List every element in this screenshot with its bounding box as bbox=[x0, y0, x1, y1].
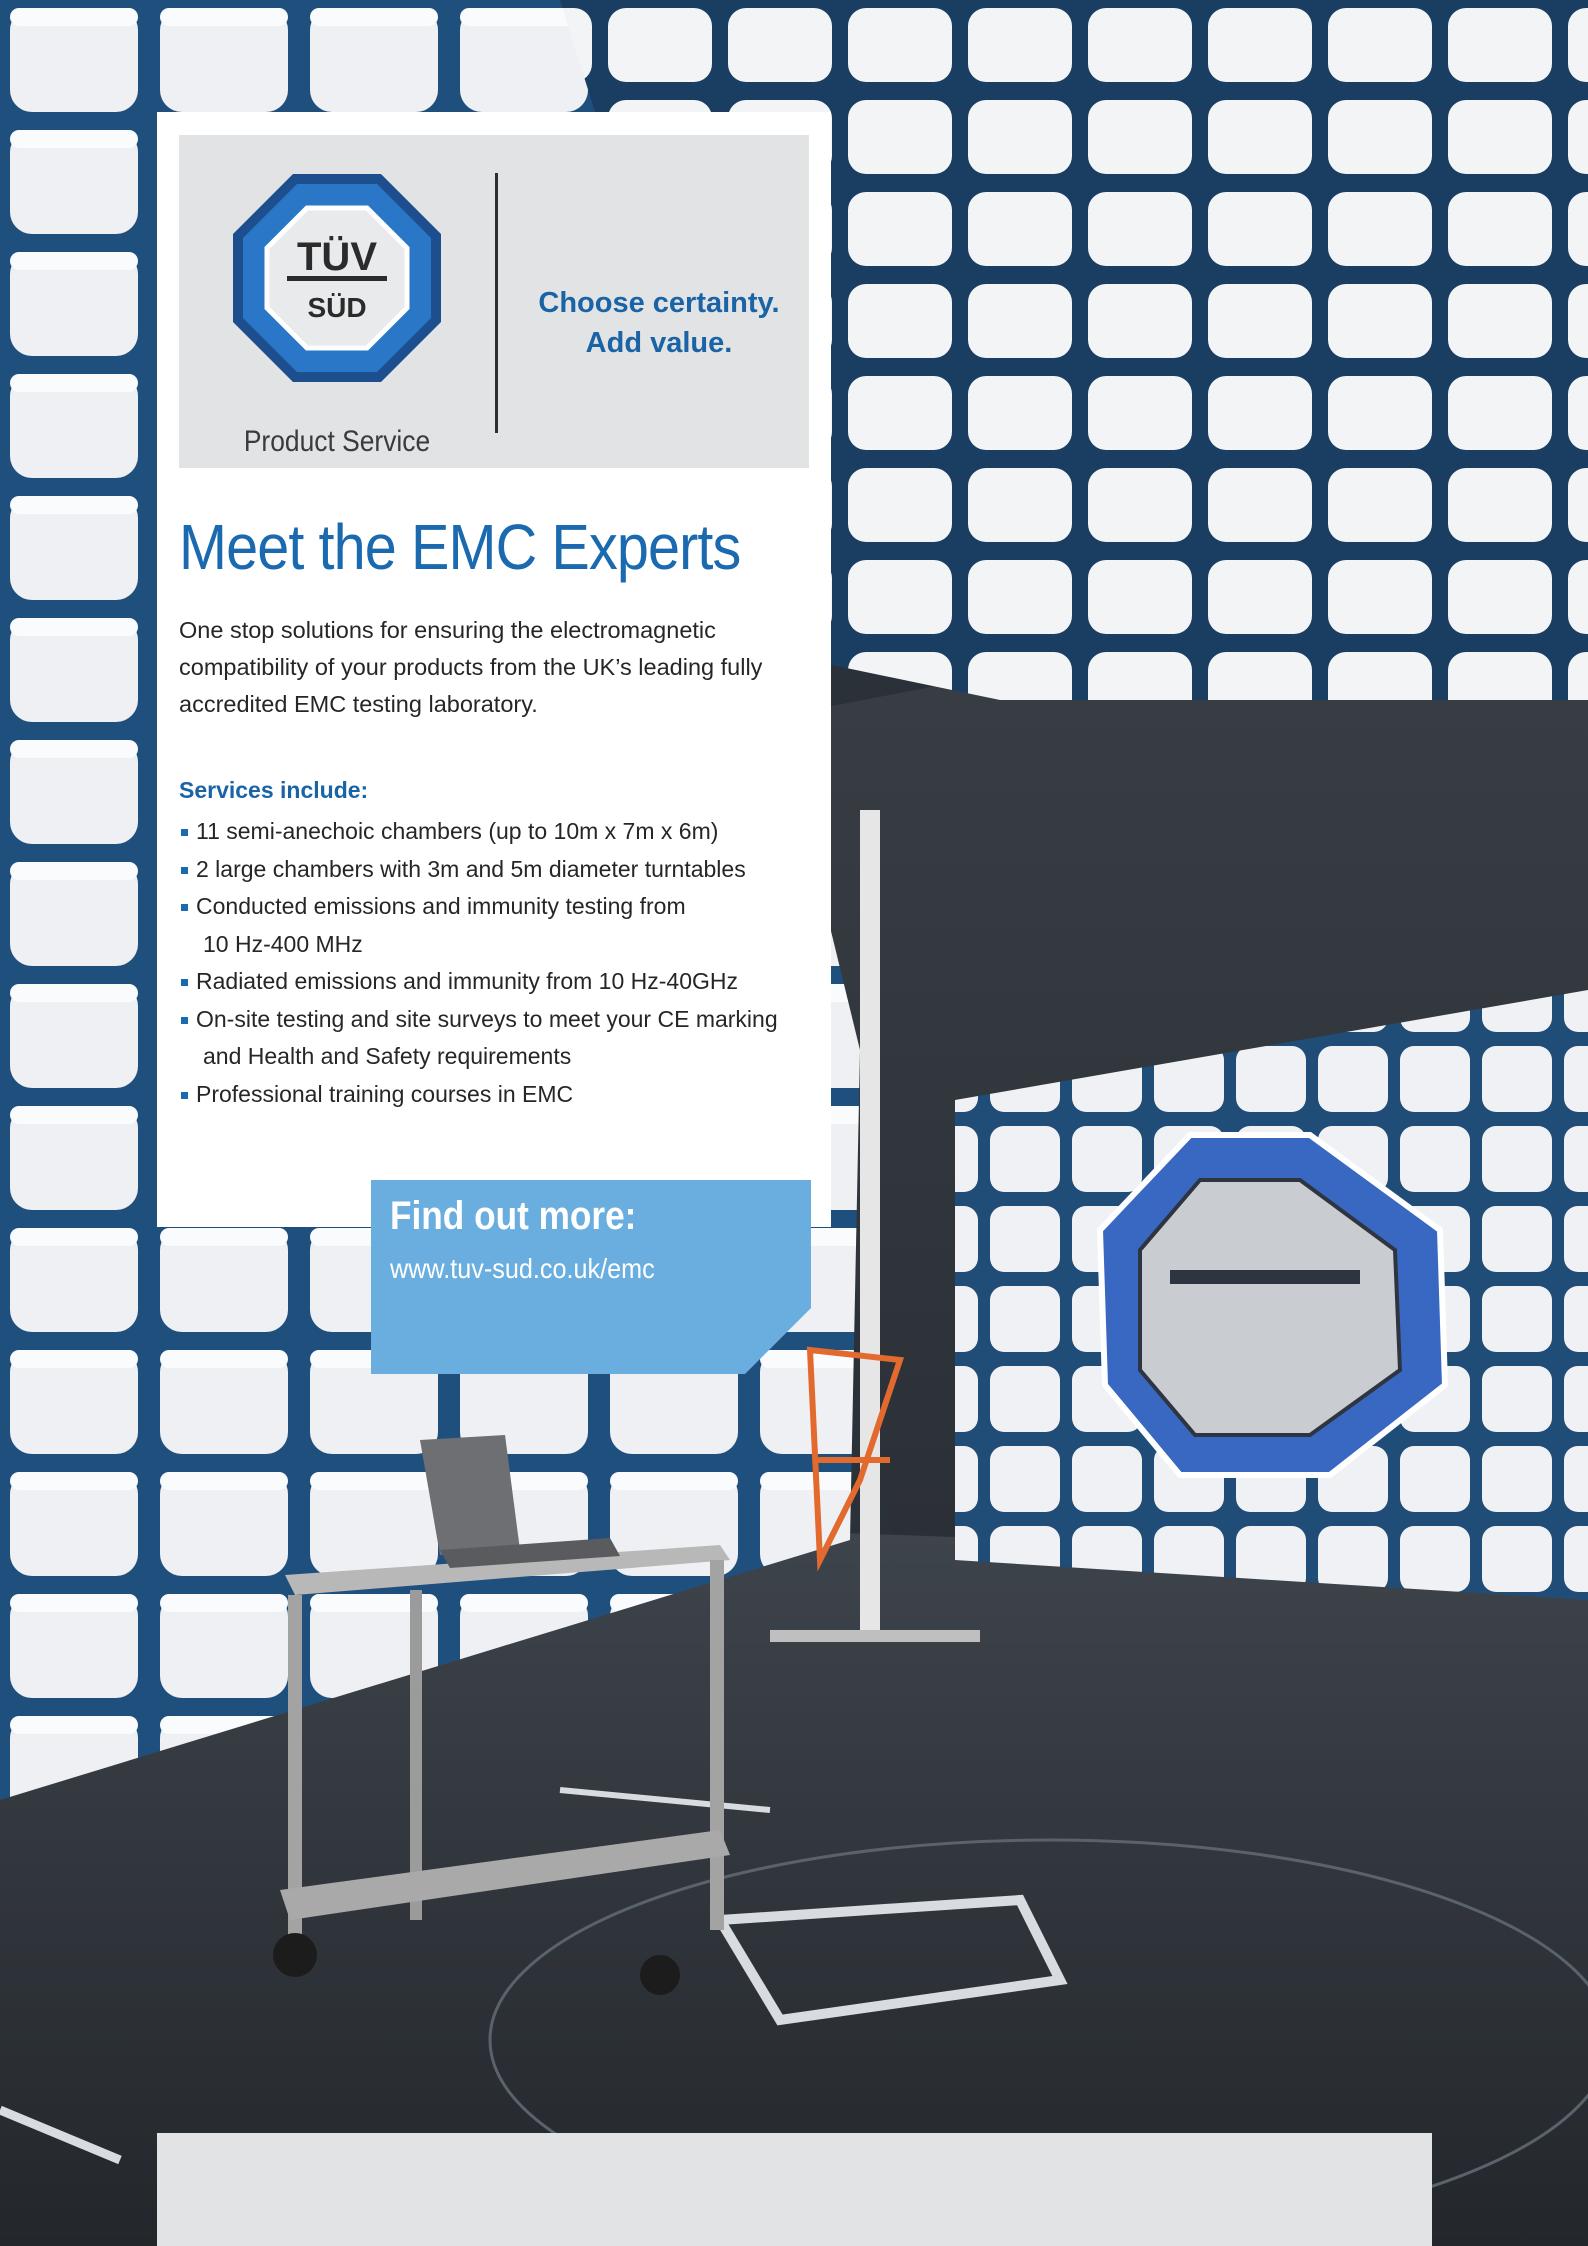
list-item: On-site testing and site surveys to meet… bbox=[179, 1001, 819, 1076]
cta-title: Find out more: bbox=[390, 1194, 637, 1238]
header-divider bbox=[495, 173, 498, 433]
division-label: Product Service bbox=[243, 425, 431, 458]
logo-text-top: TÜV bbox=[297, 234, 377, 279]
services-heading: Services include: bbox=[179, 777, 369, 803]
list-item: Professional training courses in EMC bbox=[179, 1076, 819, 1114]
page-title: Meet the EMC Experts bbox=[179, 511, 741, 583]
bullet-icon bbox=[181, 1016, 188, 1024]
bullet-icon bbox=[181, 829, 188, 836]
bullet-icon bbox=[181, 904, 188, 911]
service-text: Conducted emissions and immunity testing… bbox=[196, 893, 686, 919]
service-text: 2 large chambers with 3m and 5m diameter… bbox=[196, 855, 746, 882]
tuv-sud-logo: TÜV SÜD bbox=[233, 174, 441, 382]
services-list: 11 semi-anechoic chambers (up to 10m x 7… bbox=[179, 813, 819, 1113]
tagline: Choose certainty. Add value. bbox=[509, 283, 809, 363]
service-text: Radiated emissions and immunity from 10 … bbox=[196, 968, 738, 994]
bullet-icon bbox=[181, 1091, 188, 1099]
service-text-continued: and Health and Safety requirements bbox=[203, 1043, 572, 1069]
list-item: Conducted emissions and immunity testing… bbox=[179, 888, 819, 963]
bullet-icon bbox=[181, 979, 188, 986]
content-panel: TÜV SÜD Product Service Choose certainty… bbox=[157, 112, 831, 1227]
tagline-line-1: Choose certainty. bbox=[538, 287, 780, 319]
list-item: Radiated emissions and immunity from 10 … bbox=[179, 963, 819, 1001]
find-out-more-callout: Find out more: www.tuv-sud.co.uk/emc bbox=[371, 1180, 811, 1374]
intro-paragraph: One stop solutions for ensuring the elec… bbox=[179, 617, 763, 717]
service-text-continued: 10 Hz-400 MHz bbox=[203, 930, 363, 957]
brand-header: TÜV SÜD Product Service Choose certainty… bbox=[179, 135, 809, 468]
list-item: 11 semi-anechoic chambers (up to 10m x 7… bbox=[179, 813, 819, 851]
service-text: Professional training courses in EMC bbox=[196, 1080, 574, 1107]
logo-text-bottom: SÜD bbox=[307, 292, 366, 323]
bullet-icon bbox=[181, 866, 188, 874]
service-text: 11 semi-anechoic chambers (up to 10m x 7… bbox=[196, 818, 719, 844]
list-item: 2 large chambers with 3m and 5m diameter… bbox=[179, 851, 819, 889]
service-text: On-site testing and site surveys to meet… bbox=[196, 1005, 778, 1032]
tagline-line-2: Add value. bbox=[585, 327, 733, 359]
website-link[interactable]: www.tuv-sud.co.uk/emc bbox=[390, 1253, 655, 1285]
footer-band bbox=[157, 2133, 1432, 2246]
